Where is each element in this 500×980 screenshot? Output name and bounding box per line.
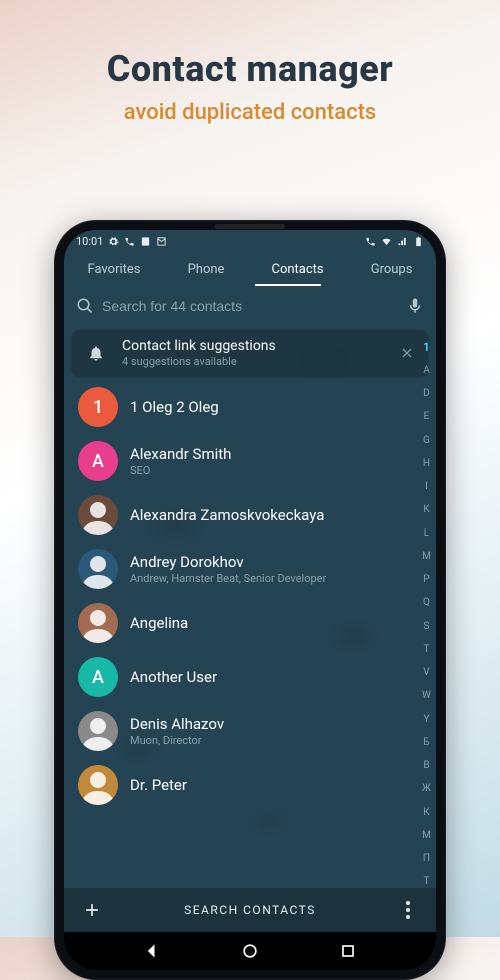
battery-icon bbox=[413, 236, 424, 247]
search-row bbox=[64, 286, 436, 326]
nav-recent[interactable] bbox=[338, 941, 358, 961]
search-input[interactable] bbox=[102, 298, 398, 314]
index-letter[interactable]: Y bbox=[421, 714, 431, 725]
index-letter[interactable]: Ж bbox=[420, 784, 433, 795]
contact-row[interactable]: Denis AlhazovMuon, Director bbox=[64, 704, 436, 758]
avatar-letter: A bbox=[78, 657, 118, 697]
status-bar: 10:01 bbox=[64, 230, 436, 252]
contact-name: Denis Alhazov bbox=[130, 715, 422, 733]
tab-favorites[interactable]: Favorites bbox=[82, 254, 147, 285]
contact-row[interactable]: Dr. Peter bbox=[64, 758, 436, 812]
search-icon bbox=[76, 297, 94, 315]
contact-name: Andrey Dorokhov bbox=[130, 553, 422, 571]
contact-row[interactable]: A Another User bbox=[64, 650, 436, 704]
avatar-photo bbox=[78, 765, 118, 805]
tab-underline bbox=[255, 284, 321, 286]
phone-icon bbox=[124, 236, 135, 247]
suggestion-subtitle: 4 suggestions available bbox=[122, 355, 384, 368]
contact-subtitle: SEO bbox=[130, 464, 422, 477]
index-letter[interactable]: П bbox=[421, 854, 432, 865]
contact-name: Angelina bbox=[130, 614, 422, 632]
wifi-icon bbox=[381, 236, 392, 247]
nav-back[interactable] bbox=[142, 941, 162, 961]
promo-subtitle: avoid duplicated contacts bbox=[0, 100, 500, 125]
index-letter[interactable]: P bbox=[421, 575, 431, 586]
add-contact-button[interactable] bbox=[74, 892, 110, 928]
index-letter[interactable]: Q bbox=[421, 598, 432, 609]
contact-name: Alexandr Smith bbox=[130, 445, 422, 463]
index-letter[interactable]: D bbox=[421, 389, 432, 400]
nav-home[interactable] bbox=[240, 941, 260, 961]
signal-icon bbox=[397, 236, 408, 247]
contact-name: Dr. Peter bbox=[130, 776, 422, 794]
index-letter[interactable]: H bbox=[421, 458, 432, 469]
avatar-letter: A bbox=[78, 441, 118, 481]
phone-frame: 10:01 Favorites Phone Contacts Groups bbox=[54, 220, 446, 980]
contact-row[interactable]: Andrey DorokhovAndrew, Hamster Beat, Sen… bbox=[64, 542, 436, 596]
android-nav-bar bbox=[64, 932, 436, 970]
index-letter[interactable]: V bbox=[421, 668, 431, 679]
avatar-photo bbox=[78, 549, 118, 589]
contact-subtitle: Andrew, Hamster Beat, Senior Developer bbox=[130, 572, 422, 585]
index-letter[interactable]: W bbox=[420, 691, 433, 702]
promo-title: Contact manager bbox=[0, 48, 500, 90]
bell-icon bbox=[82, 339, 110, 367]
contact-name: Alexandra Zamoskvokeckaya bbox=[130, 506, 422, 524]
index-letter[interactable]: M bbox=[420, 551, 433, 562]
contact-name: Another User bbox=[130, 668, 422, 686]
status-time: 10:01 bbox=[76, 235, 103, 248]
index-letter[interactable]: S bbox=[421, 621, 431, 632]
search-contacts-button[interactable]: SEARCH CONTACTS bbox=[64, 903, 436, 917]
contact-list[interactable]: 1 1 Oleg 2 Oleg A Alexandr SmithSEO Alexandr… bbox=[64, 380, 436, 888]
avatar-photo bbox=[78, 711, 118, 751]
contact-subtitle: Muon, Director bbox=[130, 734, 422, 747]
index-letter[interactable]: T bbox=[421, 644, 431, 655]
bottom-action-bar: SEARCH CONTACTS bbox=[64, 888, 436, 932]
contact-icon bbox=[140, 236, 151, 247]
tab-groups[interactable]: Groups bbox=[365, 254, 419, 285]
gear-icon bbox=[108, 236, 119, 247]
index-letter[interactable]: Б bbox=[421, 737, 431, 748]
contact-name: 1 Oleg 2 Oleg bbox=[130, 398, 422, 416]
index-letter[interactable]: A bbox=[421, 365, 432, 376]
contact-row[interactable]: Alexandra Zamoskvokeckaya bbox=[64, 488, 436, 542]
app-screen: 10:01 Favorites Phone Contacts Groups bbox=[64, 230, 436, 970]
contact-row[interactable]: A Alexandr SmithSEO bbox=[64, 434, 436, 488]
contact-row[interactable]: Angelina bbox=[64, 596, 436, 650]
link-suggestions-card[interactable]: Contact link suggestions 4 suggestions a… bbox=[72, 330, 428, 376]
avatar-photo bbox=[78, 603, 118, 643]
call-status-icon bbox=[365, 236, 376, 247]
contact-row[interactable]: 1 1 Oleg 2 Oleg bbox=[64, 380, 436, 434]
index-letter[interactable]: Т bbox=[421, 877, 431, 888]
index-letter[interactable]: 1 bbox=[421, 340, 432, 353]
index-letter[interactable]: L bbox=[422, 528, 431, 539]
suggestion-title: Contact link suggestions bbox=[122, 338, 384, 354]
mic-icon[interactable] bbox=[406, 297, 424, 315]
more-button[interactable] bbox=[390, 892, 426, 928]
index-letter[interactable]: K bbox=[421, 505, 431, 516]
index-letter[interactable]: В bbox=[421, 761, 431, 772]
mail-icon bbox=[156, 236, 167, 247]
tab-bar: Favorites Phone Contacts Groups bbox=[64, 252, 436, 286]
alpha-index[interactable]: 1 A D E G H I K L M P Q S T V W Y Б В Ж К М П Т bbox=[420, 340, 433, 888]
index-letter[interactable]: К bbox=[421, 807, 431, 818]
tab-contacts[interactable]: Contacts bbox=[266, 254, 330, 285]
index-letter[interactable]: G bbox=[421, 435, 432, 446]
index-letter[interactable]: E bbox=[422, 412, 432, 423]
avatar-photo bbox=[78, 495, 118, 535]
index-letter[interactable]: I bbox=[423, 482, 430, 493]
index-letter[interactable]: М bbox=[420, 830, 433, 841]
tab-phone[interactable]: Phone bbox=[182, 254, 231, 285]
avatar-letter: 1 bbox=[78, 387, 118, 427]
close-icon[interactable] bbox=[396, 342, 418, 364]
